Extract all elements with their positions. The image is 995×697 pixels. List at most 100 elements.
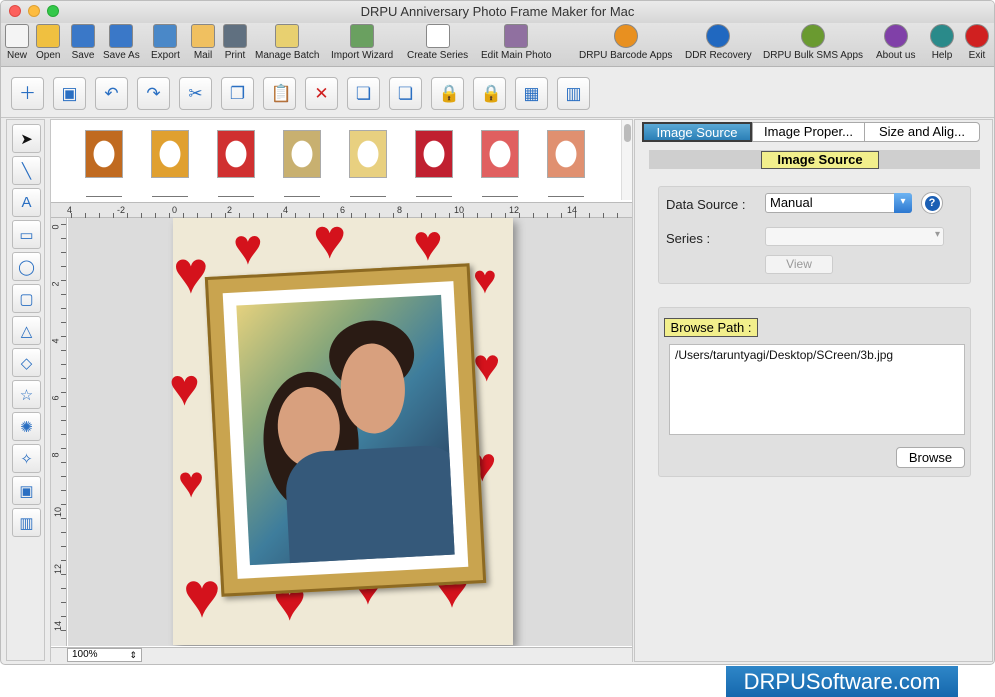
- scroll-thumb[interactable]: [624, 124, 631, 142]
- lock-icon: 🔒: [438, 83, 460, 103]
- image-icon: ▣: [19, 482, 34, 500]
- rounded-rect-icon: ▢: [19, 290, 34, 308]
- toolbar-print-button[interactable]: Print: [223, 24, 247, 61]
- thumbnail-underline: [416, 196, 452, 197]
- burst-tool[interactable]: ✺: [12, 412, 41, 441]
- toolbar-manage-batch-button[interactable]: Manage Batch: [255, 24, 320, 61]
- toolbar-about-us-button[interactable]: About us: [876, 24, 915, 61]
- frame-thumbnail[interactable]: [415, 130, 453, 178]
- cross-star-tool[interactable]: ✧: [12, 444, 41, 473]
- rounded-rect-tool[interactable]: ▢: [12, 284, 41, 313]
- view-button[interactable]: View: [765, 255, 833, 274]
- diamond-tool[interactable]: ◇: [12, 348, 41, 377]
- toolbar-label: Import Wizard: [331, 50, 394, 61]
- ruler-label: 12: [509, 205, 520, 215]
- toolbar-exit-button[interactable]: Exit: [965, 24, 989, 61]
- star-icon: ☆: [19, 386, 34, 404]
- send-back-button[interactable]: ❏: [389, 77, 422, 110]
- photo-frame-design[interactable]: ♥ ♥ ♥ ♥ ♥ ♥ ♥ ♥ ♥ ♥ ♥ ♥ ♥: [169, 218, 513, 645]
- ellipse-icon: ◯: [18, 258, 35, 276]
- grid-button[interactable]: ▦: [515, 77, 548, 110]
- ruler-tick: [61, 350, 66, 351]
- section-title: Image Source: [761, 151, 879, 169]
- toolbar-mail-button[interactable]: Mail: [191, 24, 215, 61]
- data-source-select[interactable]: Manual ▾: [765, 193, 912, 213]
- redo-icon: ↷: [146, 83, 161, 103]
- stepper-icon: ⇕: [129, 650, 137, 660]
- cut-icon: ✂: [188, 83, 203, 103]
- browse-path-group: Browse Path : /Users/taruntyagi/Desktop/…: [658, 307, 971, 477]
- data-source-value: Manual: [770, 195, 813, 210]
- delete-button[interactable]: ✕: [305, 77, 338, 110]
- toolbar-save-as-button[interactable]: Save As: [103, 24, 140, 61]
- browse-path-field[interactable]: /Users/taruntyagi/Desktop/SCreen/3b.jpg: [669, 344, 965, 435]
- toolbar-new-button[interactable]: New: [5, 24, 29, 61]
- star-tool[interactable]: ☆: [12, 380, 41, 409]
- ellipse-tool[interactable]: ◯: [12, 252, 41, 281]
- chevron-down-icon: ▾: [894, 193, 912, 213]
- save-as-disk-icon: [109, 24, 134, 48]
- ruler-tick: [61, 574, 66, 575]
- unlock-button[interactable]: 🔒: [473, 77, 506, 110]
- thumbnail-underline: [350, 196, 386, 197]
- tab-image-source[interactable]: Image Source: [642, 122, 752, 142]
- tab-size-alignment[interactable]: Size and Alig...: [864, 122, 980, 142]
- toolbar-drpu-bulk-sms-apps-button[interactable]: DRPU Bulk SMS Apps: [763, 24, 863, 61]
- ornate-gold-frame: [204, 263, 487, 597]
- thumbnail-scrollbar[interactable]: [621, 120, 632, 200]
- toolbar-edit-main-photo-button[interactable]: Edit Main Photo: [481, 24, 552, 61]
- help-button[interactable]: ?: [921, 192, 943, 214]
- toolbar-open-button[interactable]: Open: [36, 24, 60, 61]
- frame-thumbnail[interactable]: [217, 130, 255, 178]
- ruler-tick: [61, 252, 66, 253]
- paste-button[interactable]: 📋: [263, 77, 296, 110]
- toolbar-help-button[interactable]: Help: [930, 24, 954, 61]
- redo-button[interactable]: ↷: [137, 77, 170, 110]
- toolbar-label: Open: [36, 50, 61, 61]
- ruler-tick: [61, 476, 66, 477]
- toolbar-export-button[interactable]: Export: [151, 24, 180, 61]
- toolbar-label: Exit: [968, 50, 986, 61]
- toolbar-ddr-recovery-button[interactable]: DDR Recovery: [685, 24, 752, 61]
- image-tool[interactable]: ▣: [12, 476, 41, 505]
- toolbar-label: Manage Batch: [255, 50, 320, 61]
- ruler-tick: [61, 336, 66, 337]
- zoom-select[interactable]: 100% ⇕: [67, 648, 142, 662]
- frame-thumbnail[interactable]: [481, 130, 519, 178]
- ruler-tick: [61, 532, 66, 533]
- lock-button[interactable]: 🔒: [431, 77, 464, 110]
- thumbnail-underline: [284, 196, 320, 197]
- tab-image-properties[interactable]: Image Proper...: [752, 122, 865, 142]
- pointer-tool[interactable]: ➤: [12, 124, 41, 153]
- toolbar-import-wizard-button[interactable]: Import Wizard: [331, 24, 393, 61]
- frame-thumbnail[interactable]: [151, 130, 189, 178]
- ruler-tick: [61, 266, 66, 267]
- frame-thumbnail[interactable]: [547, 130, 585, 178]
- bring-front-button[interactable]: ❏: [347, 77, 380, 110]
- horizontal-ruler: 4 -2 0 2 4 6 8 10 12 14: [51, 202, 632, 218]
- undo-button[interactable]: ↶: [95, 77, 128, 110]
- mail-icon: [191, 24, 215, 48]
- frame-thumbnail[interactable]: [283, 130, 321, 178]
- frame-thumbnail[interactable]: [349, 130, 387, 178]
- ruler-label: 10: [53, 506, 64, 518]
- text-tool[interactable]: A: [12, 188, 41, 217]
- add-page-button[interactable]: ＋: [11, 77, 44, 110]
- browse-button[interactable]: Browse: [896, 447, 965, 468]
- line-tool[interactable]: ╲: [12, 156, 41, 185]
- copy-button[interactable]: ❐: [221, 77, 254, 110]
- frame-button[interactable]: ▣: [53, 77, 86, 110]
- rectangle-tool[interactable]: ▭: [12, 220, 41, 249]
- main-toolbar: New Open Save Save As Export Mail Print Manage …: [1, 23, 994, 67]
- thumbnail-underline: [86, 196, 122, 197]
- cut-button[interactable]: ✂: [179, 77, 212, 110]
- toolbar-drpu-barcode-apps-button[interactable]: DRPU Barcode Apps: [579, 24, 672, 61]
- toolbar-save-button[interactable]: Save: [71, 24, 95, 61]
- frame-thumbnail[interactable]: [85, 130, 123, 178]
- toolbar-label: About us: [876, 50, 916, 61]
- library-tool[interactable]: ▥: [12, 508, 41, 537]
- toolbar-create-series-button[interactable]: Create Series: [407, 24, 468, 61]
- triangle-tool[interactable]: △: [12, 316, 41, 345]
- series-select[interactable]: ▾: [765, 227, 944, 246]
- ruler-button[interactable]: ▥: [557, 77, 590, 110]
